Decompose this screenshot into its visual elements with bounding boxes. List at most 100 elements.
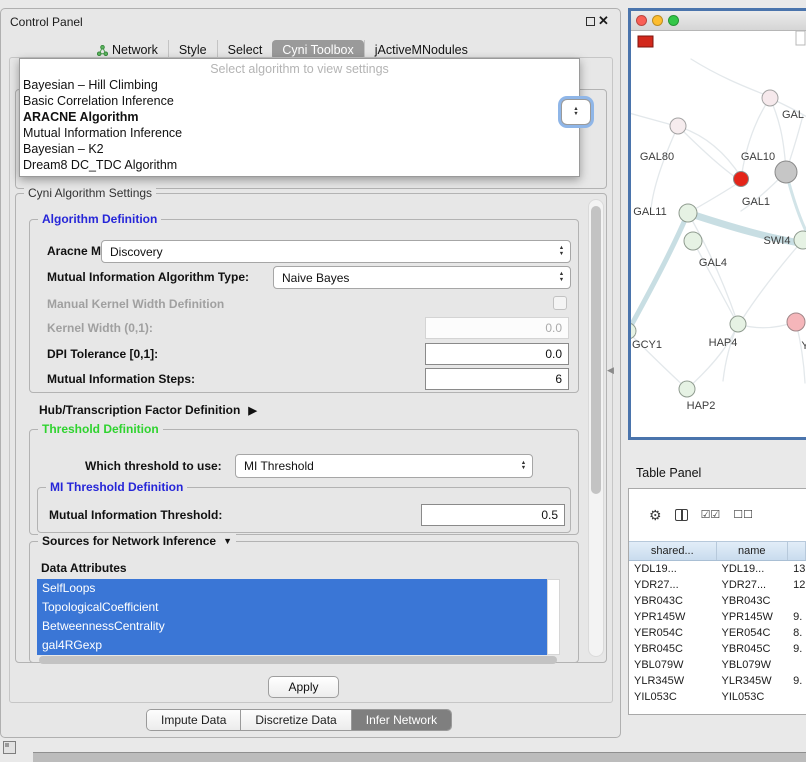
network-edge[interactable] [631,113,676,126]
chevron-updown-icon: ▲▼ [515,461,532,472]
list-item[interactable]: BetweennessCentrality [37,617,547,636]
mi-algorithm-type-select[interactable]: Naive Bayes ▲▼ [273,266,571,289]
column-header[interactable] [788,542,806,560]
network-node[interactable] [794,231,806,249]
list-item[interactable]: TopologicalCoefficient [37,598,547,617]
network-scrollbar[interactable] [796,31,805,45]
network-edge[interactable] [680,127,741,177]
manual-kernel-checkbox[interactable] [553,296,567,310]
dropdown-item[interactable]: Basic Correlation Inference [20,93,579,109]
table-row[interactable]: YPR145WYPR145W9. [629,609,806,625]
table-row[interactable]: YBL079WYBL079W [629,657,806,673]
table-row[interactable]: YBR045CYBR045C9. [629,641,806,657]
tab-impute-data[interactable]: Impute Data [147,710,241,730]
columns-icon[interactable] [675,509,688,521]
column-header[interactable]: name [717,542,789,560]
dock-panel-icon[interactable] [3,741,16,754]
table-row[interactable]: YDL19...YDL19...13 [629,561,806,577]
traffic-light-close[interactable] [636,15,647,26]
column-header[interactable]: shared... [629,542,717,560]
kernel-width-input[interactable]: 0.0 [425,317,569,339]
mi-algorithm-type-label: Mutual Information Algorithm Type: [47,270,249,284]
close-button[interactable]: ✕ [598,13,609,29]
table-row[interactable]: YLR345WYLR345W9. [629,673,806,689]
mi-threshold-input[interactable]: 0.5 [421,504,565,526]
bottom-tabs: Impute DataDiscretize DataInfer Network [146,709,452,731]
table-row[interactable]: YDR27...YDR27...12 [629,577,806,593]
network-node[interactable] [730,316,746,332]
dpi-tolerance-input[interactable]: 0.0 [425,343,569,365]
which-threshold-value: MI Threshold [236,459,515,473]
table-cell: 9. [788,609,806,625]
clear-selection-icon[interactable]: ☐☐ [733,508,753,522]
horizontal-scrollbar-thumb[interactable] [39,656,557,664]
list-scrollbar-track[interactable] [547,579,560,655]
panel-collapse-arrow-icon[interactable]: ◀ [607,365,614,376]
dropdown-item[interactable]: ARACNE Algorithm [20,109,579,125]
network-canvas[interactable]: GAL80GAL10GALGAL11GAL1SWI4GAL4GCY1HAP4YH… [631,31,806,437]
network-edge[interactable] [738,322,795,328]
network-edge[interactable] [631,213,688,333]
network-node[interactable] [679,204,697,222]
mi-steps-input[interactable]: 6 [425,368,569,390]
network-node[interactable] [787,313,805,331]
hub-definition-expander[interactable]: Hub/Transcription Factor Definition ▶ [39,403,257,417]
algorithm-combo-button[interactable]: ▲▼ [561,99,591,125]
node-label: GAL1 [742,196,770,208]
network-node[interactable] [631,323,636,339]
network-node[interactable] [670,118,686,134]
network-edge[interactable] [723,324,738,381]
network-edge[interactable] [693,241,736,321]
network-node-badge[interactable] [638,36,653,47]
node-label: GAL80 [640,151,674,163]
dropdown-item[interactable]: Mutual Information Inference [20,125,579,141]
network-edge[interactable] [741,240,803,321]
select-all-icon[interactable]: ☑☑ [701,508,721,522]
apply-button[interactable]: Apply [268,676,339,698]
table-cell: YPR145W [629,609,716,625]
dropdown-item[interactable]: Bayesian – Hill Climbing [20,77,579,93]
gear-icon[interactable]: ⚙ [649,508,662,522]
network-node[interactable] [684,232,702,250]
table-cell: YLR345W [716,673,788,689]
table-panel-title: Table Panel [636,466,701,480]
table-cell: 9. [788,673,806,689]
table-row[interactable]: YBR043CYBR043C [629,593,806,609]
float-window-button[interactable] [586,17,595,26]
network-node[interactable] [679,381,695,397]
data-attributes-label: Data Attributes [41,561,127,575]
aracne-mode-select[interactable]: Discovery ▲▼ [101,240,571,263]
table-cell: YBR043C [629,593,716,609]
network-edge[interactable] [691,59,768,96]
hub-definition-label: Hub/Transcription Factor Definition [39,403,240,417]
tab-label: Cyni Toolbox [282,43,353,57]
which-threshold-select[interactable]: MI Threshold ▲▼ [235,454,533,478]
bottom-status-bar [33,752,806,762]
node-label: HAP2 [687,400,716,412]
list-item[interactable]: SelfLoops [37,579,547,598]
network-edge[interactable] [678,126,738,179]
traffic-light-zoom[interactable] [668,15,679,26]
network-edge[interactable] [741,98,770,179]
table-row[interactable]: YIL053CYIL053C [629,689,806,705]
dropdown-item[interactable]: Dream8 DC_TDC Algorithm [20,157,579,173]
settings-scrollbar[interactable] [588,199,604,657]
chevron-updown-icon: ▲▼ [568,107,585,118]
which-threshold-label: Which threshold to use: [85,459,222,473]
dropdown-item[interactable]: Bayesian – K2 [20,141,579,157]
network-node[interactable] [762,90,778,106]
table-cell: YIL053C [629,689,716,705]
sources-group-title[interactable]: Sources for Network Inference ▼ [38,534,236,548]
tab-infer-network[interactable]: Infer Network [352,710,451,730]
table-cell: YBL079W [629,657,716,673]
table-row[interactable]: YER054CYER054C8. [629,625,806,641]
network-node[interactable] [775,161,797,183]
network-node[interactable] [734,172,749,187]
table-cell: YBR043C [716,593,788,609]
network-edge[interactable] [651,126,678,209]
tab-discretize-data[interactable]: Discretize Data [241,710,351,730]
traffic-light-minimize[interactable] [652,15,663,26]
scrollbar-thumb[interactable] [591,206,601,494]
kernel-width-value: 0.0 [545,321,562,335]
list-item[interactable]: gal4RGexp [37,636,547,655]
